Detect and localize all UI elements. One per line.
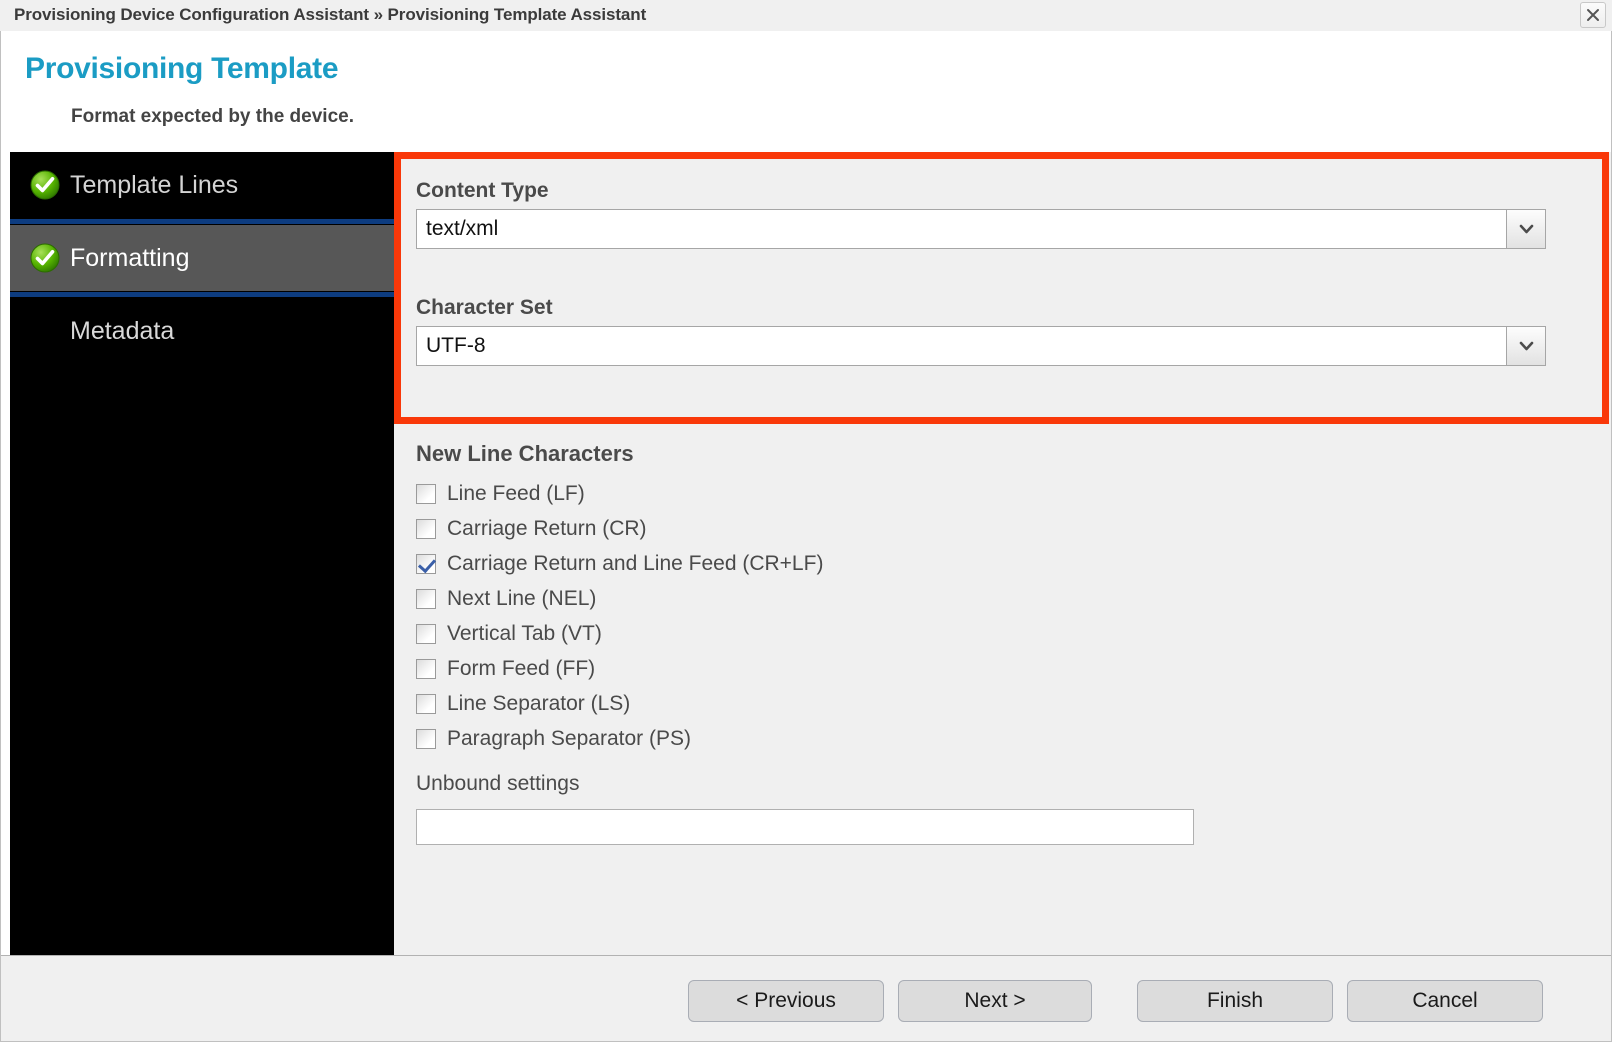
checkbox-icon[interactable] xyxy=(416,658,436,679)
content-type-value: text/xml xyxy=(417,210,1506,248)
checkbox-row-vertical-tab[interactable]: Vertical Tab (VT) xyxy=(416,616,1516,651)
checkbox-icon[interactable] xyxy=(416,483,436,504)
checkbox-label: Line Separator (LS) xyxy=(447,691,631,715)
provisioning-template-assistant-window: Provisioning Device Configuration Assist… xyxy=(0,0,1612,1042)
sidebar-divider xyxy=(10,218,394,225)
close-button[interactable] xyxy=(1580,2,1606,28)
checkbox-icon[interactable] xyxy=(416,693,436,714)
checkbox-row-carriage-return[interactable]: Carriage Return (CR) xyxy=(416,511,1516,546)
sidebar-item-metadata[interactable]: Metadata xyxy=(10,298,394,364)
checkbox-icon-checked[interactable] xyxy=(416,553,436,574)
sidebar-item-label: Formatting xyxy=(70,243,190,272)
checkbox-icon[interactable] xyxy=(416,623,436,644)
character-set-value: UTF-8 xyxy=(417,327,1506,365)
checkbox-row-line-separator[interactable]: Line Separator (LS) xyxy=(416,686,1516,721)
checkbox-label: Paragraph Separator (PS) xyxy=(447,726,691,750)
close-icon xyxy=(1587,9,1599,21)
checkbox-label: Vertical Tab (VT) xyxy=(447,621,602,645)
checkbox-row-next-line[interactable]: Next Line (NEL) xyxy=(416,581,1516,616)
checkbox-label: Carriage Return (CR) xyxy=(447,516,647,540)
dialog-footer: < Previous Next > Finish Cancel xyxy=(1,955,1611,1041)
highlight-annotation-box xyxy=(394,152,1609,424)
unbound-settings-label: Unbound settings xyxy=(416,772,580,795)
new-line-characters-label: New Line Characters xyxy=(416,441,634,466)
unbound-settings-input[interactable] xyxy=(416,809,1194,845)
breadcrumb: Provisioning Device Configuration Assist… xyxy=(14,5,647,24)
next-button[interactable]: Next > xyxy=(898,980,1092,1022)
main-content-panel: Content Type text/xml Character Set UTF-… xyxy=(394,152,1611,955)
dialog-body: Provisioning Template Format expected by… xyxy=(0,31,1612,1042)
new-line-characters-list: Line Feed (LF) Carriage Return (CR) Carr… xyxy=(416,476,1516,756)
sidebar-item-formatting[interactable]: Formatting xyxy=(10,225,394,291)
cancel-button[interactable]: Cancel xyxy=(1347,980,1543,1022)
page-title: Provisioning Template xyxy=(25,52,339,85)
content-type-label: Content Type xyxy=(416,179,549,202)
sidebar-item-template-lines[interactable]: Template Lines xyxy=(10,152,394,218)
checkbox-row-line-feed[interactable]: Line Feed (LF) xyxy=(416,476,1516,511)
previous-button[interactable]: < Previous xyxy=(688,980,884,1022)
checkbox-icon[interactable] xyxy=(416,588,436,609)
checkbox-row-carriage-return-and-line-feed[interactable]: Carriage Return and Line Feed (CR+LF) xyxy=(416,546,1516,581)
page-banner: Provisioning Template Format expected by… xyxy=(1,31,1611,152)
character-set-label: Character Set xyxy=(416,296,553,319)
checkbox-label: Next Line (NEL) xyxy=(447,586,597,610)
character-set-select[interactable]: UTF-8 xyxy=(416,326,1546,366)
sidebar-item-label: Metadata xyxy=(70,316,175,345)
finish-button[interactable]: Finish xyxy=(1137,980,1333,1022)
content-type-select[interactable]: text/xml xyxy=(416,209,1546,249)
checkbox-label: Form Feed (FF) xyxy=(447,656,596,680)
checkbox-label: Line Feed (LF) xyxy=(447,481,585,505)
sidebar-divider xyxy=(10,291,394,298)
check-circle-icon xyxy=(30,243,60,273)
checkbox-row-paragraph-separator[interactable]: Paragraph Separator (PS) xyxy=(416,721,1516,756)
checkbox-icon[interactable] xyxy=(416,728,436,749)
check-circle-icon xyxy=(30,170,60,200)
wizard-sidebar: Template Lines Formatting Metadata xyxy=(10,152,394,955)
window-titlebar: Provisioning Device Configuration Assist… xyxy=(0,0,1612,31)
checkbox-row-form-feed[interactable]: Form Feed (FF) xyxy=(416,651,1516,686)
sidebar-item-label: Template Lines xyxy=(70,170,239,199)
page-subtitle: Format expected by the device. xyxy=(71,106,354,127)
chevron-down-icon[interactable] xyxy=(1506,327,1545,365)
checkbox-icon[interactable] xyxy=(416,518,436,539)
chevron-down-icon[interactable] xyxy=(1506,210,1545,248)
checkbox-label: Carriage Return and Line Feed (CR+LF) xyxy=(447,551,824,575)
